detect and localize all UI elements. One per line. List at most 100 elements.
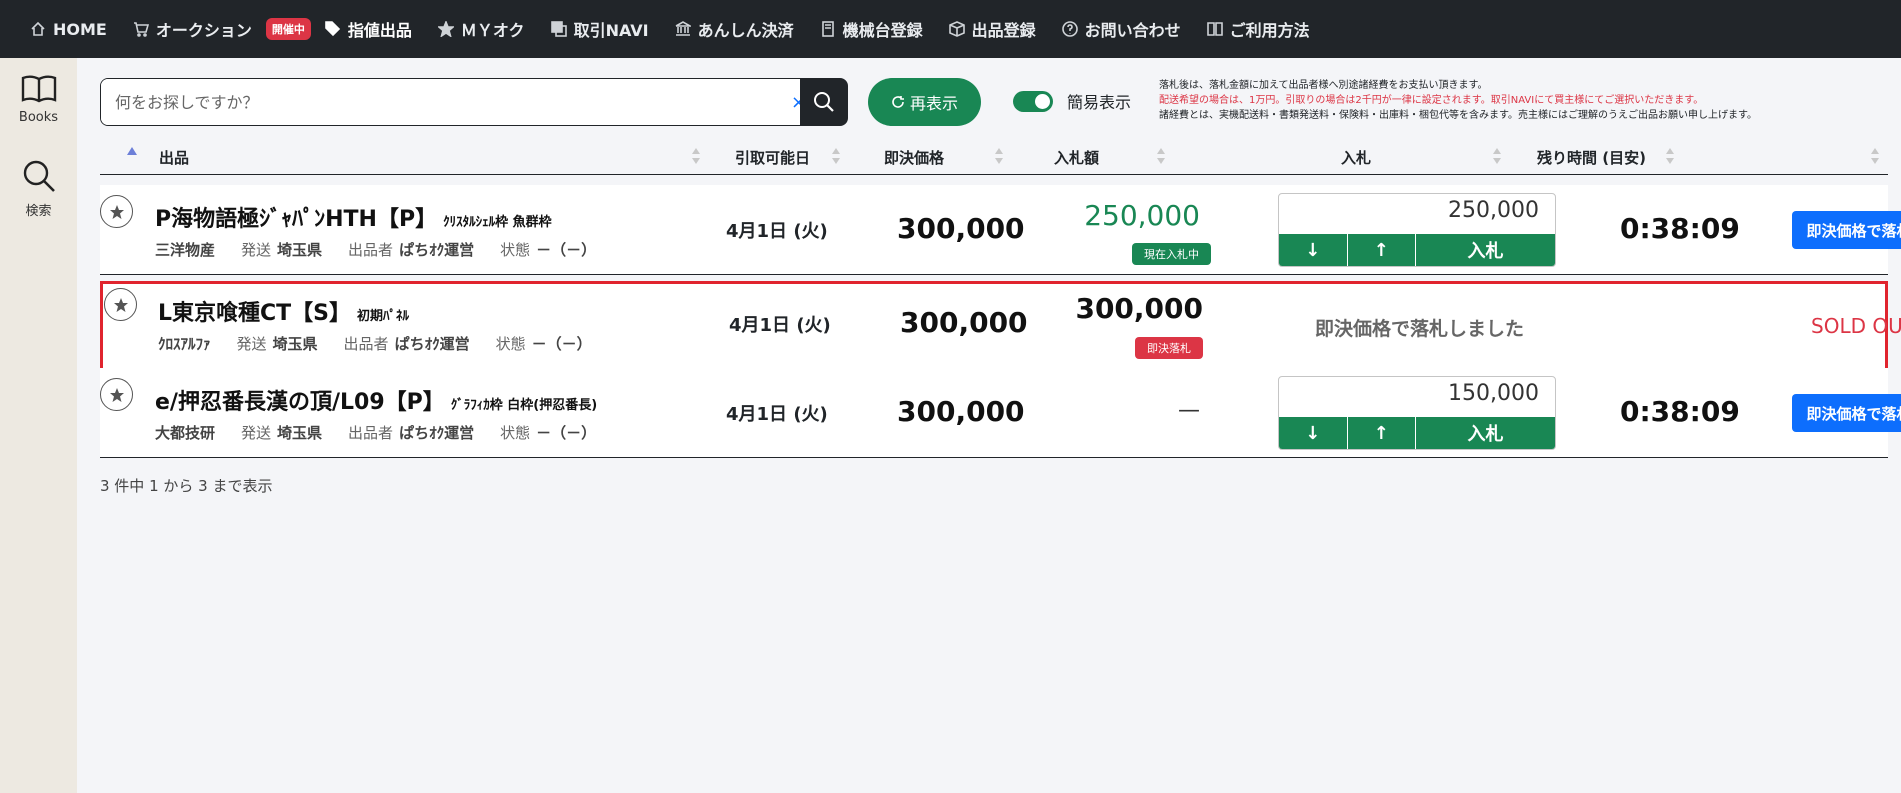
current-bid-amount: 250,000 [1084, 199, 1200, 232]
sort-icon[interactable] [1871, 148, 1879, 164]
item-title[interactable]: L東京喰種CT【S】 初期ﾊﾟﾈﾙ [158, 295, 409, 327]
nav-safe-payment[interactable]: あんしん決済 [675, 17, 794, 41]
favorite-button[interactable] [100, 378, 133, 411]
remaining-time: 0:38:09 [1620, 395, 1740, 428]
nav-label: HOME [53, 19, 107, 39]
box-icon [948, 21, 965, 37]
sold-out-label: SOLD OUT [1811, 314, 1901, 338]
sort-icon[interactable] [692, 148, 700, 164]
buy-now-button[interactable]: 即決価格で落札 [1792, 211, 1901, 249]
pickup-date: 4月1日 (火) [726, 404, 828, 425]
sidebar: Books 検索 [0, 58, 77, 793]
refresh-icon [892, 96, 904, 108]
pickup-date: 4月1日 (火) [729, 315, 831, 336]
no-bid-dash: — [1178, 398, 1200, 423]
item-title-text: L東京喰種CT【S】 [158, 301, 352, 326]
nav-label: 取引NAVI [573, 21, 649, 40]
star-icon [109, 387, 124, 402]
nav-label: 機械台登録 [842, 21, 923, 40]
result-count: 3 件中 1 から 3 まで表示 [100, 477, 273, 495]
simple-view-toggle[interactable] [1013, 91, 1053, 112]
search-button[interactable] [800, 78, 848, 126]
item-title-text: e/押忍番長漢の頂/L09【P】 [155, 390, 445, 415]
sidebar-search[interactable]: 検索 [0, 158, 77, 219]
state-value: －（－） [536, 424, 597, 442]
main-content: × 再表示 簡易表示 落札後は、落札金額に加えて出品者様へ別途諸経費をお支払い頂… [77, 58, 1901, 793]
bid-input[interactable]: 250,000 [1448, 198, 1539, 223]
state-label: 状態 [495, 335, 526, 353]
refresh-button[interactable]: 再表示 [868, 78, 981, 126]
sort-icon[interactable] [1666, 148, 1674, 164]
sidebar-books-label: Books [18, 110, 59, 125]
nav-auction[interactable]: オークション [133, 17, 252, 41]
bid-up-button[interactable]: ↑ [1348, 234, 1416, 266]
bid-input[interactable]: 150,000 [1448, 381, 1539, 406]
header-bid-amount[interactable]: 入札額 [1054, 147, 1099, 168]
ship-pref: 埼玉県 [272, 335, 318, 353]
header-item[interactable]: 出品 [159, 147, 189, 168]
nav-contact[interactable]: お問い合わせ [1061, 17, 1181, 41]
top-navbar: HOME オークション 開催中 指値出品 ＭＹオク 取引NAVI あんしん決済 … [0, 0, 1901, 58]
sort-icon[interactable] [1493, 148, 1501, 164]
live-badge: 開催中 [265, 18, 311, 40]
tags-icon [325, 21, 340, 37]
star-icon [113, 297, 128, 312]
nav-machine-register[interactable]: 機械台登録 [820, 17, 923, 41]
book-icon [821, 21, 834, 37]
search-input[interactable] [101, 79, 777, 125]
header-remaining[interactable]: 残り時間 (目安) [1537, 147, 1646, 168]
buy-now-button[interactable]: 即決価格で落札 [1792, 394, 1901, 432]
header-buy-now-price[interactable]: 即決価格 [884, 147, 944, 168]
seller-label: 出品者 [348, 241, 394, 259]
header-bid[interactable]: 入札 [1341, 147, 1371, 168]
sort-asc-icon[interactable] [127, 147, 137, 155]
bid-submit-button[interactable]: 入札 [1416, 234, 1555, 266]
question-icon [1061, 21, 1078, 37]
item-meta: 大都技研 発送 埼玉県 出品者 ぱちｵｸ運営 状態 －（－） [155, 422, 622, 443]
bank-icon [675, 21, 691, 36]
nav-my-auction[interactable]: ＭＹオク [437, 17, 525, 41]
bid-submit-button[interactable]: 入札 [1416, 417, 1555, 449]
buy-now-price: 300,000 [897, 212, 1025, 245]
item-title[interactable]: P海物語極ｼﾞｬﾊﾟﾝHTH【P】 ｸﾘｽﾀﾙｼｪﾙ枠 魚群枠 [155, 201, 552, 233]
nav-listing-register[interactable]: 出品登録 [948, 17, 1036, 41]
item-meta: ｸﾛｽｱﾙﾌｧ 発送 埼玉県 出品者 ぱちｵｸ運営 状態 －（－） [158, 333, 618, 354]
nav-trade-navi[interactable]: 取引NAVI [550, 17, 649, 41]
sort-icon[interactable] [1157, 148, 1165, 164]
ship-label: 発送 [236, 335, 267, 353]
copy-icon [550, 21, 567, 37]
nav-guide[interactable]: ご利用方法 [1206, 17, 1310, 41]
sort-icon[interactable] [995, 148, 1003, 164]
star-icon [109, 204, 124, 219]
nav-limit-listing[interactable]: 指値出品 [325, 17, 412, 41]
sidebar-books[interactable]: Books [0, 74, 77, 125]
sort-icon[interactable] [832, 148, 840, 164]
nav-home[interactable]: HOME [30, 20, 107, 39]
item-subtitle: ｸﾘｽﾀﾙｼｪﾙ枠 魚群枠 [443, 215, 552, 230]
search-icon [23, 160, 55, 192]
bid-up-button[interactable]: ↑ [1348, 417, 1416, 449]
final-bid-amount: 300,000 [1075, 292, 1203, 325]
item-title[interactable]: e/押忍番長漢の頂/L09【P】 ｸﾞﾗﾌｨｶ枠 白枠(押忍番長) [155, 384, 597, 416]
seller-name: ぱちｵｸ運営 [394, 335, 470, 353]
item-meta: 三洋物産 発送 埼玉県 出品者 ぱちｵｸ運営 状態 －（－） [155, 239, 622, 260]
state-value: －（－） [531, 335, 592, 353]
nav-label: 指値出品 [347, 21, 412, 40]
ship-pref: 埼玉県 [277, 424, 323, 442]
favorite-button[interactable] [104, 288, 137, 321]
header-pickup-date[interactable]: 引取可能日 [735, 147, 810, 168]
notice-line: 諸経費とは、実機配送料・書類発送料・保険料・出庫料・梱包代等を含みます。売主様に… [1159, 110, 1757, 121]
search-box: × [100, 78, 827, 126]
favorite-button[interactable] [100, 195, 133, 228]
table-row-sold: L東京喰種CT【S】 初期ﾊﾟﾈﾙ ｸﾛｽｱﾙﾌｧ 発送 埼玉県 出品者 ぱちｵｸ運営 状態… [100, 281, 1901, 371]
item-maker: 大都技研 [155, 424, 216, 442]
bid-down-button[interactable]: ↓ [1279, 417, 1348, 449]
bidding-badge: 現在入札中 [1132, 243, 1211, 265]
simple-view-label: 簡易表示 [1067, 93, 1132, 112]
buy-now-price: 300,000 [900, 306, 1028, 339]
state-label: 状態 [500, 241, 531, 259]
cart-icon [133, 22, 149, 37]
nav-label: ＭＹオク [460, 21, 525, 40]
bid-down-button[interactable]: ↓ [1279, 234, 1348, 266]
bid-widget: 250,000 ↓ ↑ 入札 [1278, 193, 1556, 267]
